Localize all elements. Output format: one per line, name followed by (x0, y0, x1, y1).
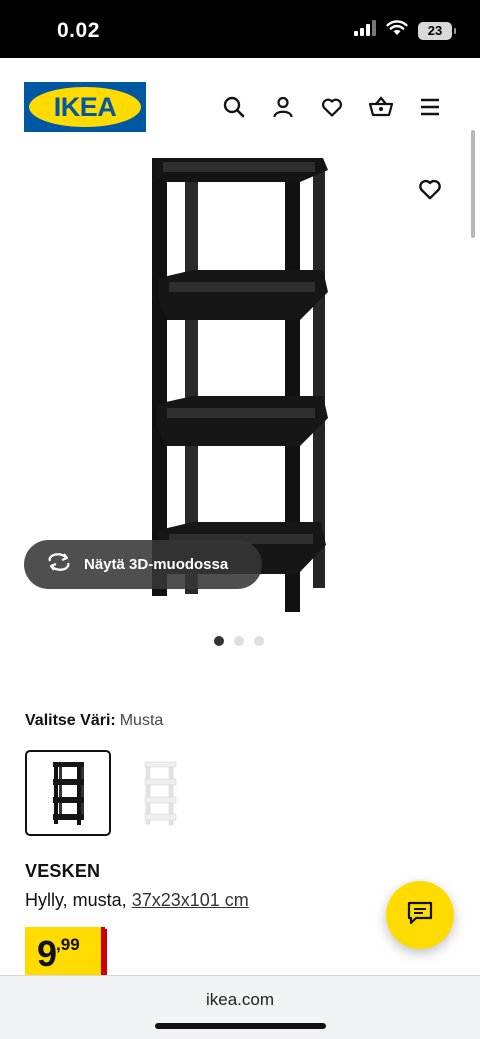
rotate-icon (46, 552, 72, 577)
color-option-white[interactable] (117, 750, 203, 836)
chat-button[interactable] (386, 881, 454, 949)
site-header: IKEA (0, 58, 480, 150)
logo-oval: IKEA (29, 87, 141, 127)
url-text[interactable]: ikea.com (0, 990, 480, 1010)
carousel-dot[interactable] (254, 636, 264, 646)
product-gallery[interactable]: Näytä 3D-muodossa (0, 150, 480, 665)
wishlist-icon[interactable] (319, 94, 345, 120)
cart-icon[interactable] (368, 94, 394, 120)
page-scrollbar[interactable] (471, 130, 475, 238)
product-wishlist-icon[interactable] (417, 176, 443, 202)
price-decimal: ,99 (56, 935, 80, 954)
product-type: Hylly, musta, (25, 890, 127, 910)
search-icon[interactable] (221, 94, 247, 120)
view-3d-button[interactable]: Näytä 3D-muodossa (24, 540, 262, 589)
color-selected-value: Musta (119, 712, 164, 729)
logo-text: IKEA (53, 91, 117, 122)
status-bar: 0.02 23 (0, 0, 480, 58)
color-label-title: Valitse Väri: (25, 712, 116, 729)
status-icons: 23 (354, 20, 456, 41)
product-description: Hylly, musta, 37x23x101 cm (25, 890, 249, 911)
battery-indicator: 23 (418, 21, 456, 40)
view-3d-label: Näytä 3D-muodossa (84, 556, 229, 573)
color-label: Valitse Väri: Musta (25, 712, 163, 730)
price-tag: 9,99 (25, 927, 105, 975)
carousel-dot[interactable] (214, 636, 224, 646)
browser-address-bar: ikea.com (0, 975, 480, 1039)
status-time: 0.02 (57, 19, 100, 42)
carousel-dots (214, 636, 264, 646)
chat-icon (407, 901, 433, 930)
account-icon[interactable] (270, 94, 296, 120)
wifi-icon (386, 20, 408, 41)
signal-icon (354, 20, 376, 41)
ikea-logo[interactable]: IKEA (24, 82, 146, 132)
home-indicator[interactable] (155, 1023, 326, 1029)
carousel-dot[interactable] (234, 636, 244, 646)
price-integer: 9 (37, 933, 57, 974)
product-size-link[interactable]: 37x23x101 cm (132, 890, 249, 910)
product-name: VESKEN (25, 861, 101, 881)
menu-icon[interactable] (417, 94, 443, 120)
color-option-black[interactable] (25, 750, 111, 836)
